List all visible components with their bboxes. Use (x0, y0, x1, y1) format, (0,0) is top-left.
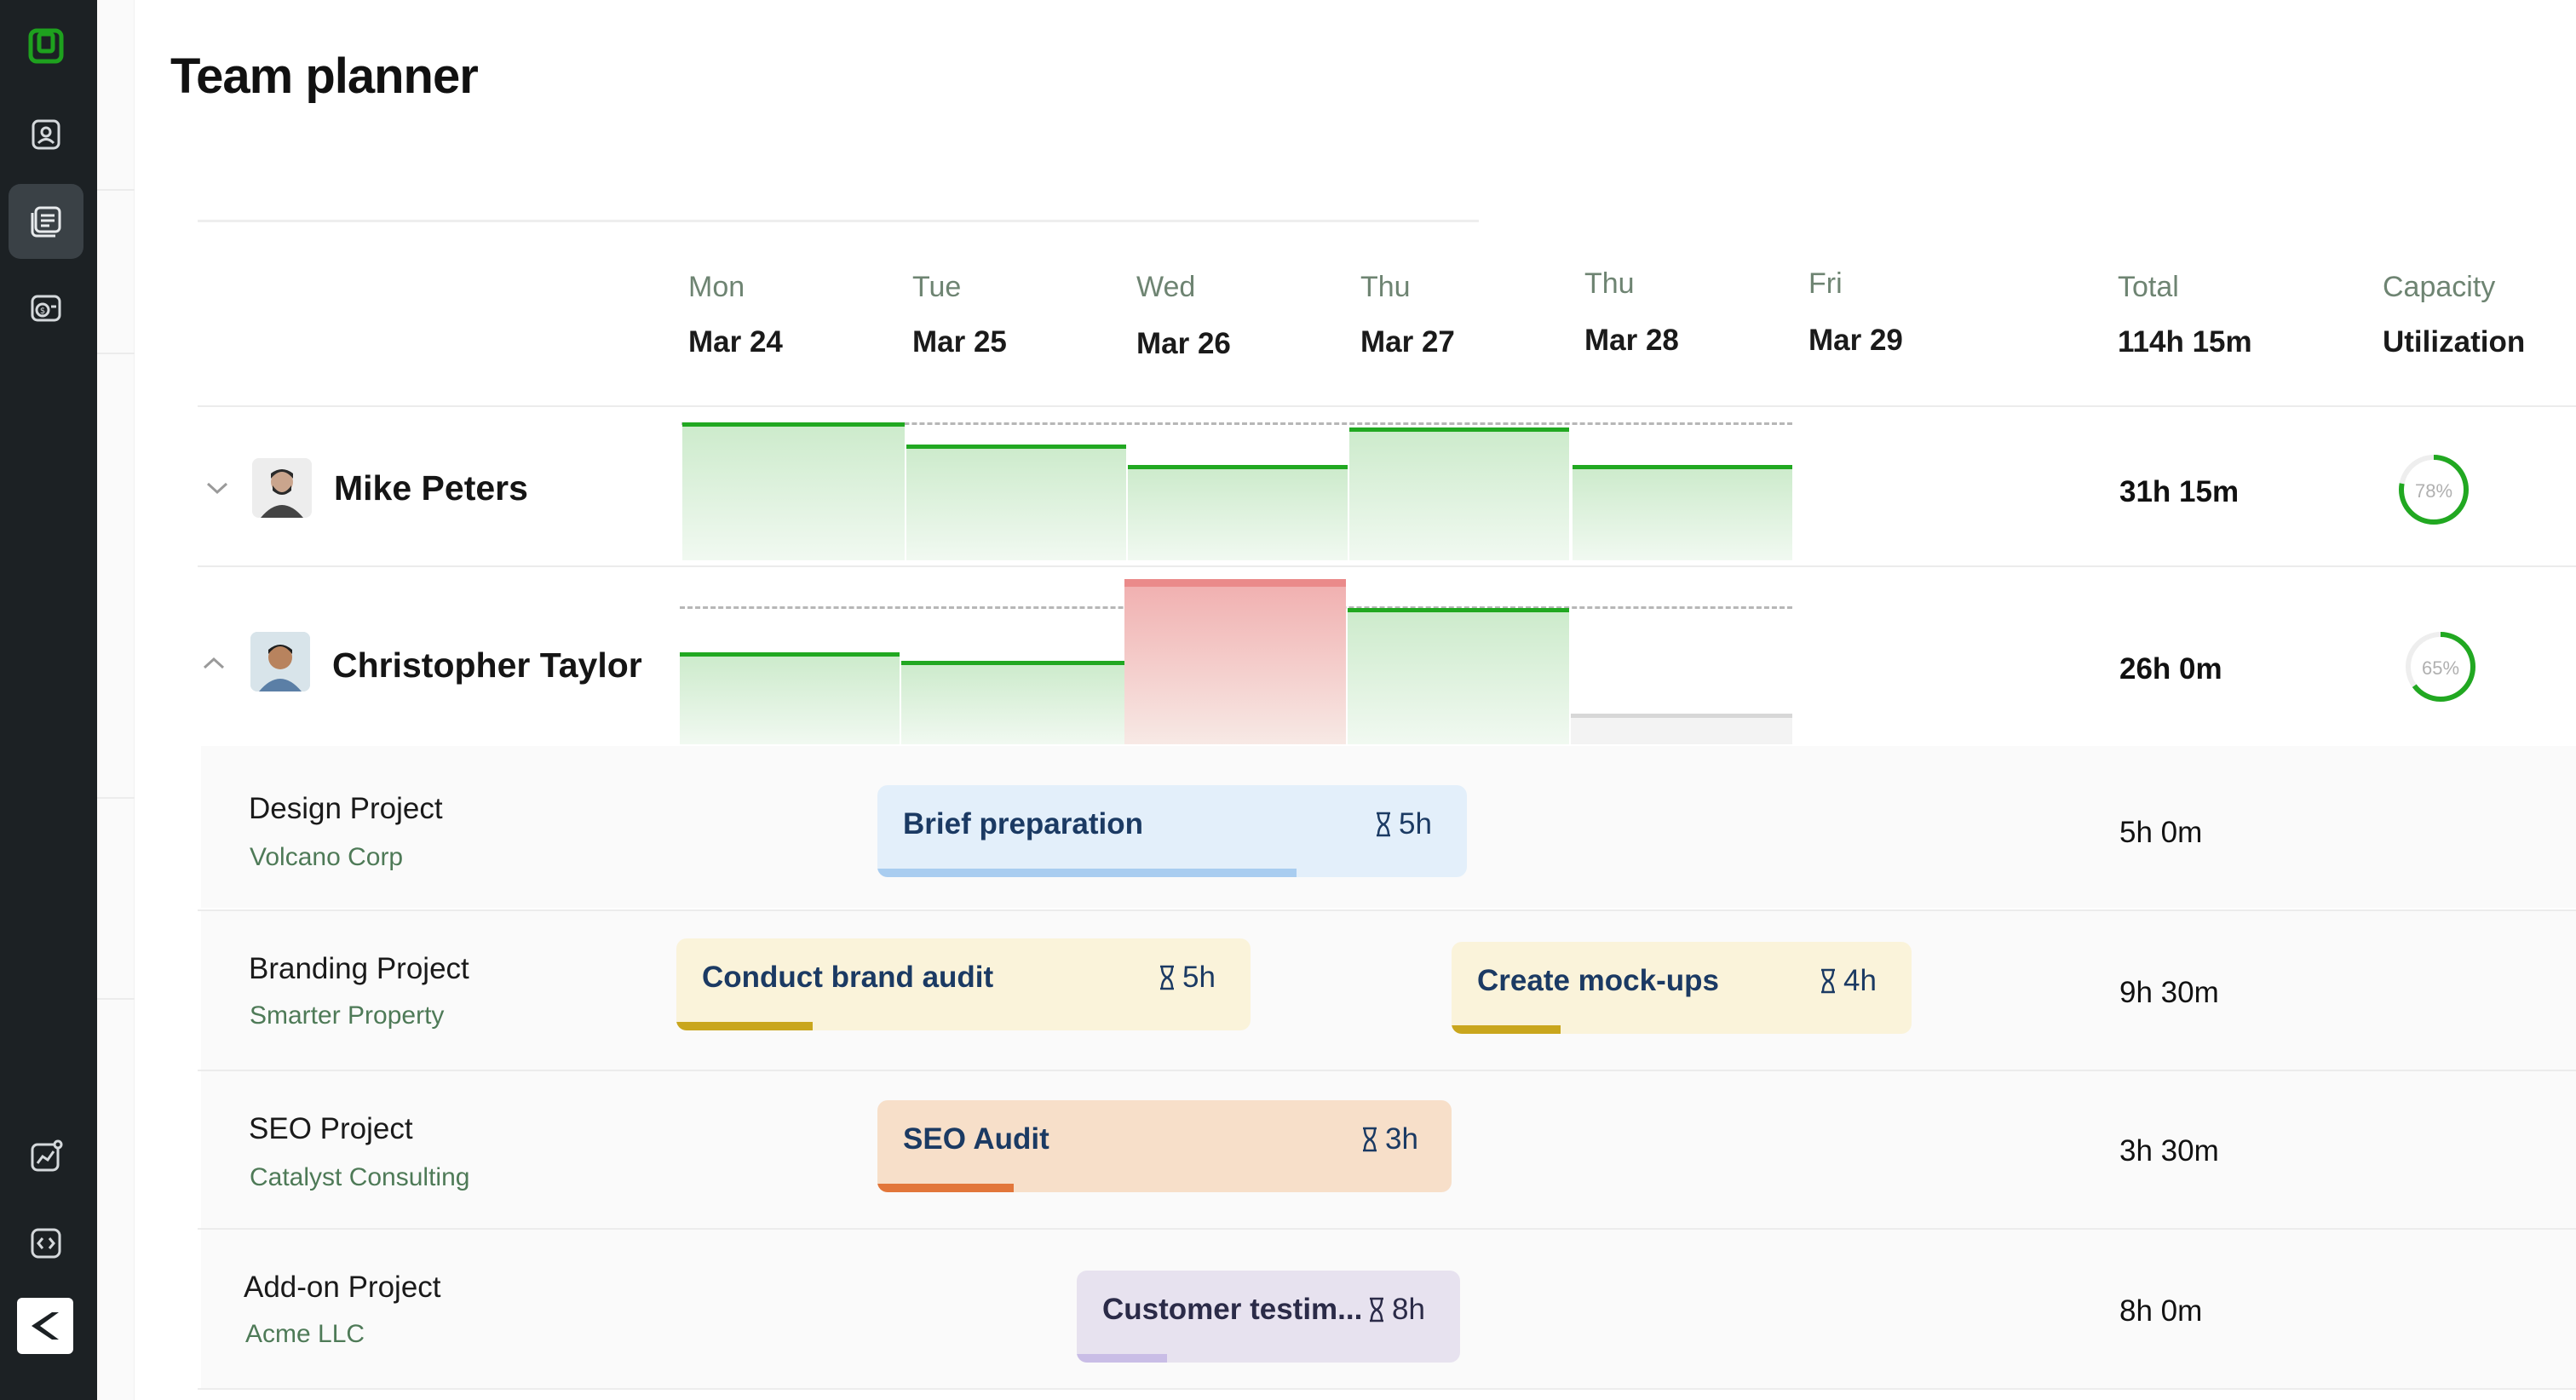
page-title: Team planner (170, 49, 479, 104)
brand-icon[interactable] (17, 1298, 73, 1354)
collapse-chevron-icon[interactable] (201, 651, 227, 676)
total-sum: 114h 15m (2118, 325, 2252, 359)
day-label: Mon (688, 271, 745, 303)
day-load-bar-over (1124, 579, 1346, 744)
person-total: 26h 0m (2119, 652, 2222, 686)
day-load-bar (1573, 465, 1792, 560)
person-total: 31h 15m (2119, 475, 2240, 508)
project-client: Acme LLC (245, 1320, 365, 1348)
project-name: Design Project (249, 792, 443, 825)
gutter-strip (97, 0, 135, 1400)
date-label: Mar 25 (912, 325, 1007, 359)
task-label: Customer testim... (1102, 1293, 1363, 1326)
divider (198, 220, 1479, 222)
total-header: Total (2118, 271, 2179, 303)
task-label: Conduct brand audit (702, 961, 994, 994)
utilization-header: Utilization (2383, 325, 2526, 359)
day-load-bar (906, 445, 1126, 560)
utilization-label: 65% (2421, 657, 2460, 679)
project-name: SEO Project (249, 1112, 413, 1145)
task-progress (877, 869, 1297, 877)
sidebar: $ (0, 0, 97, 1400)
logo-icon[interactable] (9, 9, 83, 83)
day-load-bar (1348, 608, 1569, 744)
avatar (252, 458, 312, 518)
task-bar[interactable]: Create mock-ups 4h (1452, 942, 1912, 1034)
date-label: Mar 28 (1584, 324, 1679, 357)
day-load-bar (682, 422, 905, 560)
hourglass-icon (1370, 1297, 1383, 1323)
day-label: Tue (912, 271, 962, 303)
task-label: SEO Audit (903, 1122, 1049, 1156)
day-load-bar (680, 652, 900, 744)
hourglass-icon (1160, 965, 1174, 990)
day-label: Fri (1808, 267, 1843, 300)
task-label: Brief preparation (903, 807, 1143, 841)
date-label: Mar 27 (1360, 325, 1455, 359)
project-total: 3h 30m (2119, 1134, 2219, 1168)
task-hours: 5h (1157, 961, 1216, 995)
capacity-header: Capacity (2383, 271, 2496, 303)
task-bar[interactable]: Conduct brand audit 5h (676, 938, 1251, 1030)
contacts-icon[interactable] (9, 97, 83, 172)
day-label: Wed (1136, 271, 1196, 303)
task-hours: 3h (1360, 1122, 1418, 1156)
code-icon[interactable] (9, 1206, 83, 1281)
hourglass-icon (1363, 1127, 1377, 1152)
svg-text:$: $ (40, 307, 45, 316)
project-name: Branding Project (249, 952, 469, 985)
date-label: Mar 29 (1808, 324, 1903, 357)
project-client: Catalyst Consulting (250, 1163, 470, 1191)
day-load-bar (1349, 427, 1569, 560)
task-progress (877, 1184, 1014, 1192)
utilization-label: 78% (2414, 480, 2453, 502)
task-progress (676, 1022, 813, 1030)
day-label: Thu (1360, 271, 1411, 303)
day-load-bar (901, 661, 1124, 744)
project-total: 5h 0m (2119, 816, 2203, 849)
task-bar[interactable]: Customer testim... 8h (1077, 1271, 1460, 1363)
hourglass-icon (1821, 968, 1835, 994)
task-progress (1452, 1025, 1561, 1034)
task-bar[interactable]: Brief preparation 5h (877, 785, 1467, 877)
task-hours: 4h (1818, 964, 1877, 998)
hourglass-icon (1377, 812, 1390, 837)
task-hours: 5h (1373, 807, 1432, 841)
task-progress (1077, 1354, 1167, 1363)
day-label: Thu (1584, 267, 1635, 300)
date-label: Mar 26 (1136, 327, 1231, 360)
person-name[interactable]: Mike Peters (334, 468, 528, 508)
analytics-icon[interactable] (9, 1119, 83, 1194)
task-hours-value: 3h (1385, 1122, 1418, 1156)
task-bar[interactable]: SEO Audit 3h (877, 1100, 1452, 1192)
task-hours-value: 4h (1843, 964, 1877, 997)
project-total: 8h 0m (2119, 1294, 2203, 1328)
task-hours: 8h (1366, 1293, 1425, 1327)
task-hours-value: 5h (1182, 961, 1216, 994)
day-load-bar-empty (1571, 714, 1792, 744)
person-name[interactable]: Christopher Taylor (332, 645, 642, 686)
expand-chevron-icon[interactable] (204, 475, 230, 501)
task-hours-value: 8h (1392, 1293, 1425, 1326)
project-client: Volcano Corp (250, 843, 404, 871)
project-total: 9h 30m (2119, 976, 2219, 1009)
task-label: Create mock-ups (1477, 964, 1719, 997)
project-name: Add-on Project (244, 1271, 441, 1304)
day-load-bar (1128, 465, 1348, 560)
project-client: Smarter Property (250, 1001, 445, 1030)
project-row (201, 911, 2576, 1070)
date-label: Mar 24 (688, 325, 783, 359)
billing-icon[interactable]: $ (9, 271, 83, 346)
avatar (250, 632, 310, 691)
task-hours-value: 5h (1399, 807, 1432, 841)
planner-icon[interactable] (9, 184, 83, 259)
